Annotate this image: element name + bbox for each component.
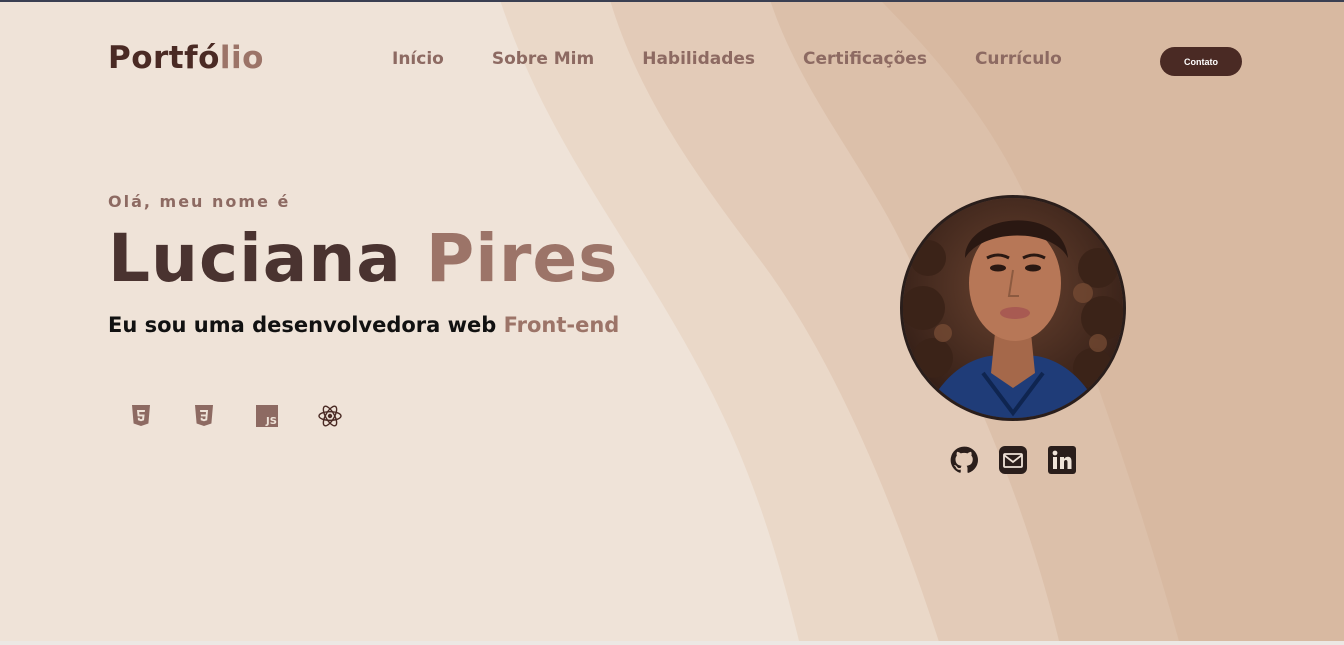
css3-icon [191, 403, 217, 429]
svg-text:JS: JS [265, 416, 277, 427]
html5-icon [128, 403, 154, 429]
nav-inicio[interactable]: Início [392, 49, 444, 69]
hero-name: Luciana Pires [108, 220, 618, 297]
linkedin-icon[interactable] [1047, 445, 1077, 475]
nav-sobre-mim[interactable]: Sobre Mim [492, 49, 594, 69]
github-icon[interactable] [949, 445, 979, 475]
greeting: Olá, meu nome é [108, 192, 291, 211]
javascript-icon: JS [254, 403, 280, 429]
nav-habilidades[interactable]: Habilidades [642, 49, 755, 69]
role-accent: Front-end [503, 313, 620, 337]
nav-certificacoes[interactable]: Certificações [803, 49, 927, 69]
logo-accent: lio [219, 40, 264, 76]
logo-main: Portfó [108, 40, 220, 76]
social-links [949, 445, 1096, 475]
react-icon [317, 403, 343, 429]
email-icon[interactable] [998, 445, 1028, 475]
main-nav: Início Sobre Mim Habilidades Certificaçõ… [392, 49, 1110, 69]
bottom-border [0, 641, 1344, 645]
last-name: Pires [425, 220, 619, 297]
nav-curriculo[interactable]: Currículo [975, 49, 1062, 69]
tech-icons: JS [128, 403, 380, 429]
role-title: Eu sou uma desenvolvedora web Front-end [108, 313, 619, 337]
contact-button[interactable]: Contato [1160, 47, 1242, 76]
logo[interactable]: Portfólio [108, 40, 264, 76]
role-prefix: Eu sou uma desenvolvedora web [108, 313, 497, 337]
top-border [0, 0, 1344, 2]
first-name: Luciana [108, 220, 402, 297]
profile-photo [900, 195, 1126, 421]
